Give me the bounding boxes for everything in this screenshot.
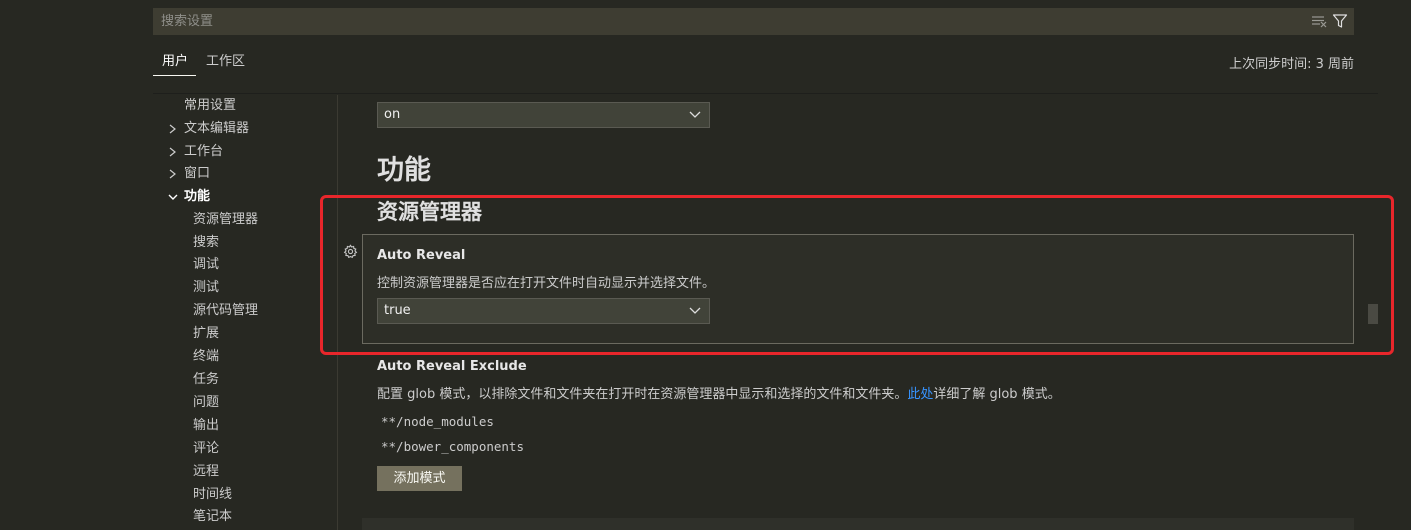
active-tab-indicator <box>153 75 196 76</box>
toc-item-search[interactable]: 搜索 <box>193 232 219 254</box>
toc-item-text-editor[interactable]: 文本编辑器 <box>169 118 250 140</box>
filter-icon[interactable] <box>1332 13 1348 29</box>
setting-description-auto-reveal-exclude: 配置 glob 模式，以排除文件和文件夹在打开时在资源管理器中显示和选择的文件和… <box>377 383 1061 402</box>
toc-item-label: 文本编辑器 <box>184 121 250 136</box>
toc-item-label: 测试 <box>193 280 220 295</box>
header-divider <box>153 93 1378 94</box>
add-pattern-button[interactable]: 添加模式 <box>377 466 462 491</box>
toc-item-label: 输出 <box>193 418 220 433</box>
toc-item-label: 远程 <box>193 464 220 479</box>
toc-item-label: 功能 <box>184 189 211 204</box>
toc-item-label: 源代码管理 <box>193 303 259 318</box>
toc-item-terminal[interactable]: 终端 <box>193 346 219 368</box>
toc-item-label: 调试 <box>193 257 220 272</box>
toc-item-label: 任务 <box>193 372 220 387</box>
toc-item-extensions[interactable]: 扩展 <box>193 323 219 345</box>
toc-item-window[interactable]: 窗口 <box>169 163 211 185</box>
toc-item-label: 搜索 <box>193 235 220 250</box>
toc-item-label: 评论 <box>193 441 220 456</box>
previous-setting-dropdown[interactable]: on <box>377 102 710 128</box>
exclude-pattern-item[interactable]: **/node_modules <box>381 414 494 429</box>
toc-item-comments[interactable]: 评论 <box>193 438 219 460</box>
search-bar <box>153 8 1354 35</box>
tab-user[interactable]: 用户 <box>162 52 188 74</box>
toc-item-label: 工作台 <box>184 144 224 159</box>
toc-item-label: 笔记本 <box>193 509 233 524</box>
next-setting-panel <box>362 518 1354 530</box>
toc-item-label: 问题 <box>193 395 220 410</box>
chevron-down-icon <box>689 111 701 118</box>
toc-item-common[interactable]: 常用设置 <box>184 95 236 117</box>
toc-item-remote[interactable]: 远程 <box>193 461 219 483</box>
toc-item-label: 扩展 <box>193 326 220 341</box>
toc-item-label: 终端 <box>193 349 220 364</box>
dropdown-value: on <box>384 107 401 122</box>
description-text: 详细了解 glob 模式。 <box>933 387 1061 402</box>
chevron-right-icon <box>169 124 176 134</box>
scrollbar-thumb[interactable] <box>1368 304 1378 324</box>
exclude-pattern-item[interactable]: **/bower_components <box>381 439 524 454</box>
toc-item-timeline[interactable]: 时间线 <box>193 484 232 506</box>
setting-title-auto-reveal-exclude: Auto Reveal Exclude <box>377 359 527 374</box>
toc-item-features[interactable]: 功能 <box>168 186 211 208</box>
description-text: 配置 glob 模式，以排除文件和文件夹在打开时在资源管理器中显示和选择的文件和… <box>377 387 908 402</box>
toc-item-scm[interactable]: 源代码管理 <box>193 300 258 322</box>
toc-item-problems[interactable]: 问题 <box>193 392 219 414</box>
chevron-right-icon <box>169 169 176 179</box>
toc-item-notebook[interactable]: 笔记本 <box>193 506 232 528</box>
toc-item-label: 资源管理器 <box>193 212 259 227</box>
clear-filter-icon[interactable] <box>1311 13 1328 29</box>
toc-item-label: 时间线 <box>193 487 233 502</box>
toc-item-workbench[interactable]: 工作台 <box>169 141 224 163</box>
toc-item-label: 常用设置 <box>184 98 237 113</box>
toc-item-explorer[interactable]: 资源管理器 <box>193 209 258 231</box>
highlight-box <box>320 195 1394 355</box>
sync-status: 上次同步时间: 3 周前 <box>1229 57 1354 72</box>
search-input[interactable] <box>153 8 1293 35</box>
chevron-down-icon <box>168 194 178 200</box>
section-title: 功能 <box>377 155 431 186</box>
glob-docs-link[interactable]: 此处 <box>907 387 933 402</box>
toc-item-output[interactable]: 输出 <box>193 415 219 437</box>
toc-item-testing[interactable]: 测试 <box>193 277 219 299</box>
toc-item-debug[interactable]: 调试 <box>193 254 219 276</box>
chevron-right-icon <box>169 147 176 157</box>
tab-workspace[interactable]: 工作区 <box>206 52 245 74</box>
toc-item-label: 窗口 <box>184 166 211 181</box>
toc-item-tasks[interactable]: 任务 <box>193 369 219 391</box>
